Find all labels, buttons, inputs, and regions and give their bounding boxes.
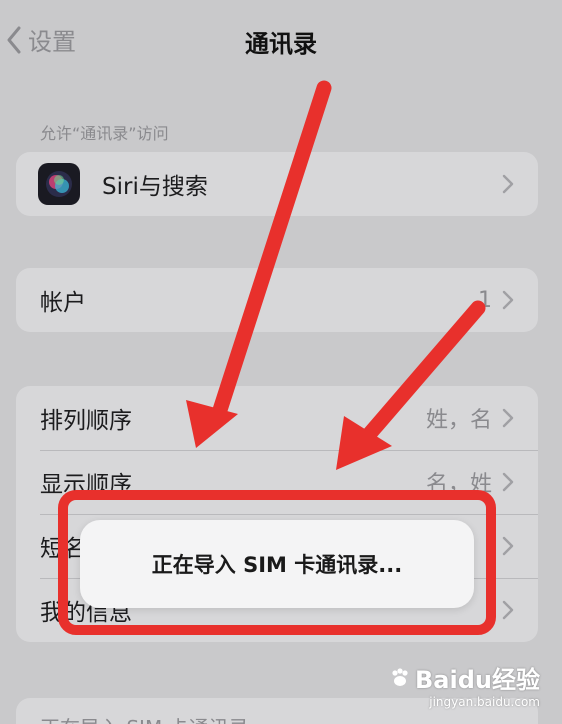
accounts-count: 1: [478, 287, 492, 313]
sort-order-label: 排列顺序: [40, 408, 132, 434]
chevron-right-icon: [502, 600, 514, 620]
page-title: 通讯录: [245, 30, 317, 58]
accounts-label: 帐户: [40, 290, 86, 316]
chevron-right-icon: [502, 472, 514, 492]
sort-order-value: 姓，名: [425, 408, 492, 433]
watermark-url: jingyan.baidu.com: [429, 695, 540, 709]
siri-icon: [38, 163, 80, 205]
siri-search-row[interactable]: Siri与搜索: [16, 152, 538, 216]
chevron-right-icon: [502, 290, 514, 310]
watermark: Baidu经验 jingyan.baidu.com: [389, 660, 540, 709]
accounts-row[interactable]: 帐户 1: [16, 268, 538, 332]
watermark-brand: Baidu经验: [415, 666, 540, 694]
section-header: 允许“通讯录”访问: [40, 124, 169, 143]
paw-icon: [392, 667, 408, 686]
import-sim-label: 正在导入 SIM 卡通讯录: [40, 716, 249, 724]
sort-order-row[interactable]: 排列顺序 姓，名: [16, 386, 538, 450]
chevron-right-icon: [502, 536, 514, 556]
siri-search-label: Siri与搜索: [102, 174, 208, 200]
siri-group: Siri与搜索: [16, 152, 538, 216]
chevron-right-icon: [502, 174, 514, 194]
accounts-group: 帐户 1: [16, 268, 538, 332]
chevron-right-icon: [502, 408, 514, 428]
annotation-frame: [58, 490, 496, 635]
